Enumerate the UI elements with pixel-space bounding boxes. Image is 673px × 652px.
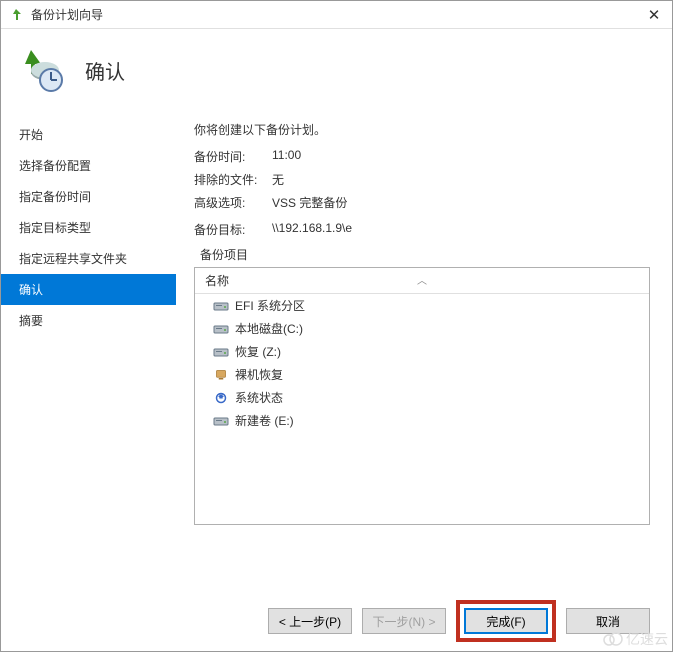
list-item[interactable]: 裸机恢复 [195,363,649,386]
label-exclude: 排除的文件: [194,171,272,188]
sidebar: 开始选择备份配置指定备份时间指定目标类型指定远程共享文件夹确认摘要 [1,111,176,581]
page-title: 确认 [85,56,125,85]
backup-items-listbox[interactable]: 名称 ︿ EFI 系统分区本地磁盘(C:) 恢复 (Z:) 裸机恢复系统状态新建卷 … [194,267,650,525]
list-item[interactable]: 本地磁盘(C:) [195,317,649,340]
value-target: \\192.168.1.9\e [272,221,650,238]
watermark-text: 亿速云 [626,629,668,649]
sort-caret-icon: ︿ [417,272,427,287]
next-button: 下一步(N) > [362,608,446,634]
list-item-label: 本地磁盘(C:) [235,320,303,337]
value-advanced: VSS 完整备份 [272,194,650,211]
list-item-label: 新建卷 (E:) [235,412,294,429]
label-advanced: 高级选项: [194,194,272,211]
list-item[interactable]: 新建卷 (E:) [195,409,649,432]
previous-button[interactable]: < 上一步(P) [268,608,352,634]
sidebar-item-6[interactable]: 摘要 [1,305,176,336]
intro-text: 你将创建以下备份计划。 [194,121,650,138]
system-icon [213,391,229,405]
value-exclude: 无 [272,171,650,188]
app-icon [9,7,25,23]
finish-button[interactable]: 完成(F) [464,608,548,634]
list-item[interactable]: 恢复 (Z:) [195,340,649,363]
list-item-label: 恢复 (Z:) [235,343,281,360]
field-target: 备份目标: \\192.168.1.9\e [194,221,650,238]
drive-icon [213,299,229,313]
header-icon [19,46,67,94]
sidebar-item-0[interactable]: 开始 [1,119,176,150]
footer: < 上一步(P) 下一步(N) > 完成(F) 取消 [1,591,672,651]
titlebar: 备份计划向导 ✕ [1,1,672,29]
list-item-label: 系统状态 [235,389,283,406]
sidebar-item-5[interactable]: 确认 [1,274,176,305]
drive-icon [213,414,229,428]
field-exclude: 排除的文件: 无 [194,171,650,188]
sidebar-item-4[interactable]: 指定远程共享文件夹 [1,243,176,274]
watermark: 亿速云 [603,629,668,649]
wizard-window: 备份计划向导 ✕ 确认 开始选择备份配置指定备份时间指定目标类型指定远程共享文件… [0,0,673,652]
sidebar-item-2[interactable]: 指定备份时间 [1,181,176,212]
wizard-header: 确认 [1,29,672,111]
label-backup-time: 备份时间: [194,148,272,165]
label-target: 备份目标: [194,221,272,238]
value-backup-time: 11:00 [272,148,650,165]
listbox-header[interactable]: 名称 ︿ [195,268,649,294]
listbox-header-name: 名称 [205,272,229,289]
list-item[interactable]: EFI 系统分区 [195,294,649,317]
list-item[interactable]: 系统状态 [195,386,649,409]
window-title: 备份计划向导 [31,6,644,23]
wizard-body: 开始选择备份配置指定备份时间指定目标类型指定远程共享文件夹确认摘要 你将创建以下… [1,111,672,581]
field-backup-time: 备份时间: 11:00 [194,148,650,165]
backup-items-label: 备份项目 [200,246,650,263]
list-item-label: EFI 系统分区 [235,297,305,314]
drive-icon [213,345,229,359]
content-panel: 你将创建以下备份计划。 备份时间: 11:00 排除的文件: 无 高级选项: V… [176,111,672,581]
highlight-box: 完成(F) [456,600,556,642]
list-item-label: 裸机恢复 [235,366,283,383]
close-button[interactable]: ✕ [644,5,664,25]
bare-icon [213,368,229,382]
field-advanced: 高级选项: VSS 完整备份 [194,194,650,211]
sidebar-item-1[interactable]: 选择备份配置 [1,150,176,181]
drive-icon [213,322,229,336]
sidebar-item-3[interactable]: 指定目标类型 [1,212,176,243]
